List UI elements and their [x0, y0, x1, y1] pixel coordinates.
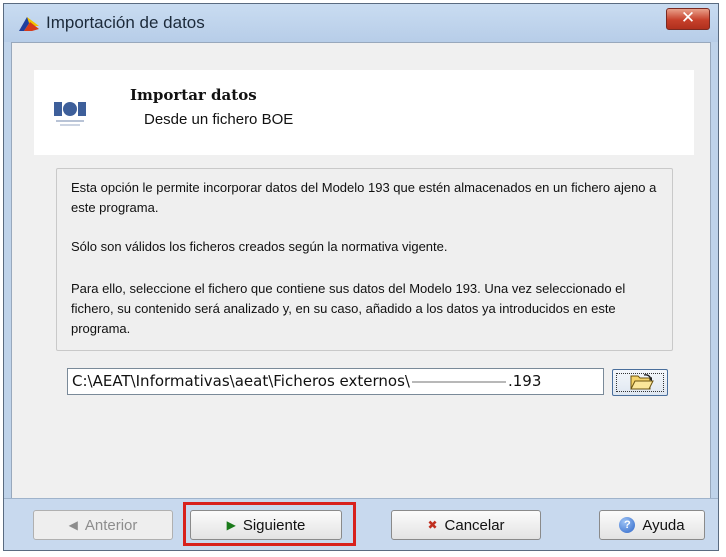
title-bar: Importación de datos ✕	[4, 4, 718, 42]
header-subtitle: Desde un fichero BOE	[144, 111, 294, 128]
info-box: Esta opción le permite incorporar datos …	[56, 168, 673, 351]
file-path-prefix: C:\AEAT\Informativas\aeat\Ficheros exter…	[72, 372, 410, 390]
import-dialog-window: Importación de datos ✕ Importar datos De…	[3, 3, 719, 551]
close-icon: ✕	[680, 8, 696, 28]
boe-logo-icon	[54, 102, 86, 126]
help-button-label: Ayuda	[642, 516, 685, 534]
info-paragraph-3: Para ello, seleccione el fichero que con…	[71, 281, 626, 336]
previous-button-label: Anterior	[84, 516, 138, 534]
header-title: Importar datos	[130, 86, 257, 104]
help-icon: ?	[619, 517, 636, 533]
arrow-left-icon: ◀	[68, 518, 78, 532]
button-bar: ◀ Anterior ▶ Siguiente ✖ Cancelar ? Ayud…	[4, 498, 718, 550]
cancel-button-label: Cancelar	[444, 516, 505, 534]
info-paragraph-1: Esta opción le permite incorporar datos …	[71, 180, 657, 215]
previous-button[interactable]: ◀ Anterior	[33, 510, 173, 540]
cancel-icon: ✖	[427, 518, 438, 532]
close-button[interactable]: ✕	[666, 8, 710, 30]
help-button[interactable]: ? Ayuda	[599, 510, 705, 540]
header-panel: Importar datos Desde un fichero BOE	[34, 70, 694, 155]
file-path-input[interactable]: C:\AEAT\Informativas\aeat\Ficheros exter…	[67, 368, 604, 395]
file-path-extension: .193	[507, 372, 542, 390]
dialog-content: Importar datos Desde un fichero BOE Esta…	[11, 42, 711, 546]
window-title: Importación de datos	[46, 13, 205, 32]
cancel-button[interactable]: ✖ Cancelar	[391, 510, 541, 540]
folder-open-icon	[630, 374, 654, 390]
redacted-filename	[411, 380, 506, 383]
browse-file-button[interactable]	[612, 369, 668, 396]
app-icon	[19, 17, 39, 31]
next-button-highlight	[183, 502, 356, 546]
info-paragraph-2: Sólo son válidos los ficheros creados se…	[71, 239, 448, 254]
